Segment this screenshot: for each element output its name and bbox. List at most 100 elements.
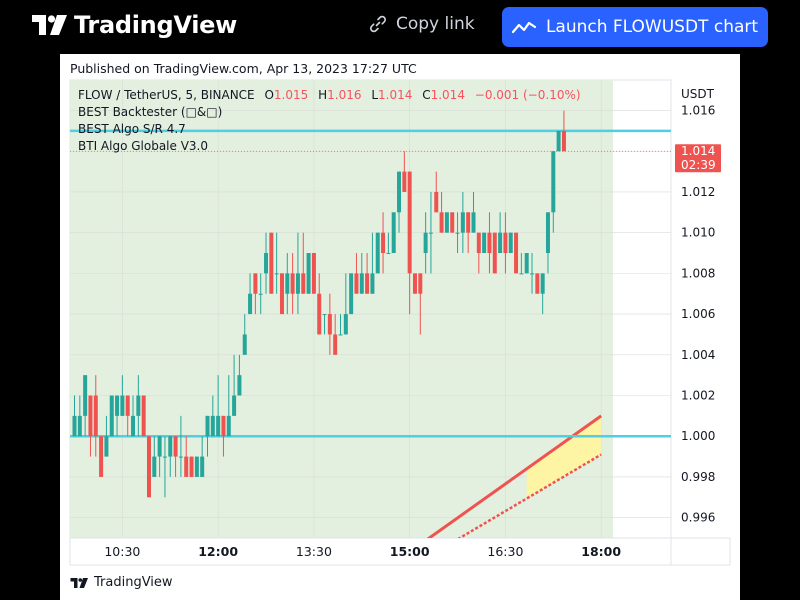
candle [194, 456, 199, 477]
candle-body [466, 212, 471, 233]
candle [524, 253, 529, 274]
candle-body [439, 212, 444, 233]
tradingview-logo[interactable]: TradingView [32, 11, 237, 39]
open-label: O [264, 88, 274, 102]
link-icon [370, 15, 386, 33]
indicator-algo-globale[interactable]: BTI Algo Globale V3.0 [78, 138, 581, 155]
footer-logo[interactable]: TradingView [70, 575, 173, 590]
candle-body [428, 232, 433, 234]
candle-body [279, 273, 284, 315]
close-value: 1.014 [430, 88, 465, 102]
x-tick-label: 15:00 [390, 544, 430, 559]
candle-body [375, 232, 380, 274]
candle-body [519, 273, 524, 275]
candle-body [115, 395, 120, 416]
y-tick-label: 1.012 [681, 185, 715, 199]
launch-chart-label: Launch FLOWUSDT chart [545, 17, 759, 37]
candle-body [482, 232, 487, 254]
copy-link-button[interactable]: Copy link [368, 14, 475, 34]
y-tick-label: 1.006 [681, 307, 715, 321]
x-tick-label: 16:30 [487, 544, 523, 559]
candle-body [535, 273, 540, 294]
candle-body [359, 273, 364, 294]
high-label: H [318, 88, 328, 102]
candle [99, 436, 104, 477]
candle [375, 232, 380, 274]
candle-body [524, 253, 529, 274]
candle [450, 212, 455, 233]
footer-brand: TradingView [94, 575, 173, 590]
candle [269, 232, 274, 294]
candle [306, 253, 311, 294]
candle-body [178, 456, 183, 458]
candle-body [232, 395, 237, 416]
candle-body [391, 212, 396, 254]
candle-body [141, 395, 146, 437]
indicator-algo-sr[interactable]: BEST Algo S/R 4.7 [78, 121, 581, 138]
candle-body [450, 212, 455, 233]
candle-body [237, 375, 242, 396]
candle-body [152, 456, 157, 477]
candle-body [407, 171, 412, 274]
top-bar: TradingView Copy link Launch FLOWUSDT ch… [0, 0, 800, 54]
candle [311, 253, 316, 294]
candle-body [487, 232, 492, 254]
candle-body [168, 436, 173, 457]
candle-body [508, 232, 513, 254]
candle-body [492, 232, 497, 274]
chart-line-icon [511, 21, 536, 34]
candle-body [311, 253, 316, 294]
symbol-name: FLOW / TetherUS, 5, BINANCE [78, 88, 255, 102]
candle [492, 232, 497, 274]
candle [189, 456, 194, 477]
y-tick-label: 1.016 [681, 104, 715, 118]
candle-body [530, 273, 535, 275]
indicator-backtester[interactable]: BEST Backtester (□&□) [78, 104, 581, 121]
candle-body [205, 415, 210, 437]
candle-body [295, 273, 300, 294]
candle-body [402, 171, 407, 192]
chart-card: Published on TradingView.com, Apr 13, 20… [60, 54, 740, 600]
candle-body [349, 273, 354, 315]
y-tick-label: 1.004 [681, 348, 715, 362]
x-tick-label: 10:30 [104, 544, 140, 559]
candle-body [104, 436, 109, 457]
candle-body [327, 314, 332, 335]
candle-body [248, 293, 253, 315]
candle-body [189, 456, 194, 477]
candle-body [338, 334, 343, 336]
launch-chart-button[interactable]: Launch FLOWUSDT chart [502, 7, 768, 47]
candle-body [88, 395, 93, 437]
candle-body [194, 456, 199, 477]
brand-name: TradingView [74, 11, 237, 39]
y-tick-label: 1.000 [681, 429, 715, 443]
candle [349, 273, 354, 315]
candle-body [200, 456, 205, 477]
candle [141, 395, 146, 437]
candle-body [460, 212, 465, 233]
candle [279, 273, 284, 315]
candle-body [77, 415, 82, 437]
last-price-badge: 1.01402:39 [675, 144, 721, 173]
candle-body [99, 436, 104, 477]
candle-body [258, 293, 263, 295]
candle-body [343, 314, 348, 335]
candle-body [136, 395, 141, 416]
y-tick-label: 1.002 [681, 389, 715, 403]
low-label: L [371, 88, 379, 102]
chart-legend: FLOW / TetherUS, 5, BINANCE O1.015 H 1.01… [78, 87, 581, 155]
candle-body [418, 273, 423, 294]
candle-body [226, 415, 231, 437]
candle-body [365, 273, 370, 294]
candle-body [545, 212, 550, 254]
candle-body [146, 436, 151, 498]
candle-body [301, 273, 306, 294]
open-value: 1.015 [273, 88, 309, 102]
candle-body [264, 253, 269, 274]
tradingview-logo-icon [70, 577, 88, 588]
candle [514, 232, 519, 274]
candle-body [455, 232, 460, 234]
candle-body [370, 273, 375, 294]
candle-body [242, 334, 247, 355]
candle [412, 273, 417, 294]
